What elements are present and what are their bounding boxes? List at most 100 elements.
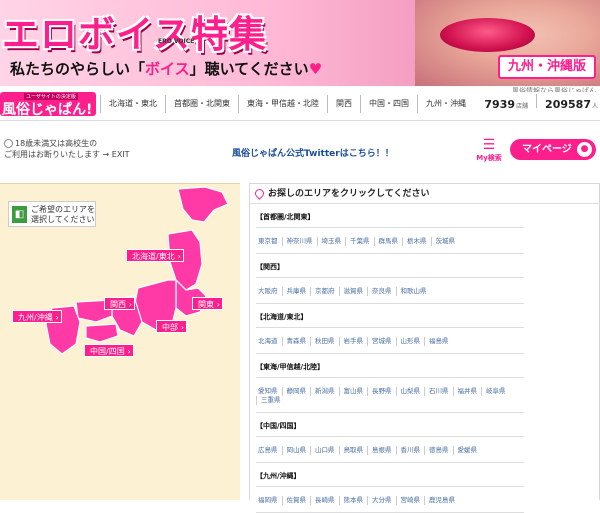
nav-link-tokai[interactable]: 東海・甲信越・北陸 xyxy=(238,95,327,113)
prefecture-link[interactable]: 佐賀県 xyxy=(281,496,311,505)
area-group-title: 【北海道/東北】 xyxy=(256,313,308,321)
area-group: 【九州/沖縄】 福岡県 佐賀県 長崎県 熊本県 大分県 宮崎県 鹿児島県 xyxy=(256,463,524,513)
search-list-icon: ☰ xyxy=(482,137,496,153)
prefecture-link[interactable]: 宮城県 xyxy=(367,337,396,346)
prefecture-list: 東京都 神奈川県 埼玉県 千葉県 群馬県 栃木県 茨城県 xyxy=(256,227,524,254)
banner-voice-mark: ERO VOICE xyxy=(158,38,195,45)
map-guide-icon: ◧ xyxy=(12,206,27,223)
my-search-button[interactable]: ☰ My検索 xyxy=(474,137,504,165)
prefecture-link[interactable]: 石川県 xyxy=(424,387,453,396)
prefecture-link[interactable]: 滋賀県 xyxy=(338,287,368,296)
area-group: 【中国/四国】 広島県 岡山県 山口県 鳥取県 島根県 香川県 徳島県 愛媛県 xyxy=(256,413,524,463)
prefecture-link[interactable]: 宮崎県 xyxy=(395,496,425,505)
age-notice-line1: 18歳未満又は高校生の xyxy=(15,139,98,148)
map-label-kanto[interactable]: 関東 xyxy=(192,297,223,311)
prefecture-link[interactable]: 東京都 xyxy=(256,237,282,246)
map-label-kansai[interactable]: 関西 xyxy=(104,297,135,311)
prefecture-link[interactable]: 兵庫県 xyxy=(281,287,311,296)
prefecture-link[interactable]: 岡山県 xyxy=(281,446,311,455)
prefecture-list: 大阪府 兵庫県 京都府 滋賀県 奈良県 和歌山県 xyxy=(256,277,524,304)
area-group-title: 【東海/甲信越/北陸】 xyxy=(256,363,325,371)
prefecture-link[interactable]: 山梨県 xyxy=(395,387,425,396)
prefecture-link[interactable]: 静岡県 xyxy=(281,387,311,396)
area-group-title: 【関西】 xyxy=(256,263,284,271)
prefecture-link[interactable]: 大分県 xyxy=(367,496,396,505)
user-icon: ● xyxy=(577,142,592,157)
prefecture-link[interactable]: 鹿児島県 xyxy=(424,496,459,505)
map-guide-line1: ご希望のエリアを xyxy=(31,205,95,214)
prefecture-link[interactable]: 愛知県 xyxy=(256,387,282,396)
prefecture-link[interactable]: 北海道 xyxy=(256,337,282,346)
prefecture-link[interactable]: 長崎県 xyxy=(310,496,339,505)
prefecture-link[interactable]: 福井県 xyxy=(452,387,482,396)
prefecture-link[interactable]: 福岡県 xyxy=(256,496,282,505)
prefecture-link[interactable]: 福島県 xyxy=(424,337,453,346)
area-panel-heading: お探しのエリアをクリックしてください xyxy=(268,189,430,199)
area-group-title: 【首都圏/北関東】 xyxy=(256,213,315,221)
prefecture-link[interactable]: 茨城県 xyxy=(430,237,460,246)
nav-link-hokkaido[interactable]: 北海道・東北 xyxy=(100,95,165,113)
map-region-hokkaido xyxy=(177,186,229,223)
prefecture-link[interactable]: 岩手県 xyxy=(338,337,368,346)
area-group: 【北海道/東北】 北海道 青森県 秋田県 岩手県 宮城県 山形県 福島県 xyxy=(256,304,524,354)
prefecture-link[interactable]: 香川県 xyxy=(395,446,425,455)
prefecture-link[interactable]: 大阪府 xyxy=(256,287,282,296)
prefecture-link[interactable]: 奈良県 xyxy=(367,287,396,296)
my-page-label: マイページ xyxy=(522,144,572,155)
logo-text: 風俗じゃぱん! xyxy=(2,102,93,116)
nav-link-kansai[interactable]: 関西 xyxy=(327,95,360,113)
prefecture-link[interactable]: 富山県 xyxy=(338,387,368,396)
region-badge: 九州・沖縄版 xyxy=(498,55,596,79)
prefecture-link[interactable]: 島根県 xyxy=(367,446,396,455)
prefecture-list: 広島県 岡山県 山口県 鳥取県 島根県 香川県 徳島県 愛媛県 xyxy=(256,436,524,463)
prefecture-link[interactable]: 山口県 xyxy=(310,446,339,455)
nav-link-kanto[interactable]: 首都圏・北関東 xyxy=(165,95,238,113)
prefecture-link[interactable]: 群馬県 xyxy=(373,237,403,246)
prefecture-list: 北海道 青森県 秋田県 岩手県 宮城県 山形県 福島県 xyxy=(256,327,524,354)
subtitle-post: 」聴いてください xyxy=(189,60,309,78)
prefecture-link[interactable]: 鳥取県 xyxy=(338,446,368,455)
nav-link-chugoku[interactable]: 中国・四国 xyxy=(360,95,417,113)
prefecture-link[interactable]: 秋田県 xyxy=(310,337,339,346)
shop-count-unit: 店舗 xyxy=(516,103,529,110)
map-label-chubu[interactable]: 中部 xyxy=(156,320,187,334)
area-group: 【東海/甲信越/北陸】 愛知県 静岡県 新潟県 富山県 長野県 山梨県 石川県 福井県 岐阜県三重… xyxy=(256,354,524,413)
map-label-hokkaido[interactable]: 北海道/東北 xyxy=(126,249,184,263)
prefecture-link[interactable]: 岐阜県 xyxy=(481,387,510,396)
site-logo[interactable]: ユーザサイトの決定版 風俗じゃぱん! xyxy=(0,92,96,116)
hero-banner[interactable]: エロボイス特集 ERO VOICE 私たちのやらしい「ボイス」聴いてください♥ … xyxy=(0,0,600,86)
clock-icon xyxy=(4,139,13,148)
prefecture-link[interactable]: 青森県 xyxy=(281,337,311,346)
area-panel-header: お探しのエリアをクリックしてください xyxy=(250,184,599,204)
subtitle-pre: 私たちのやらしい「 xyxy=(10,60,146,78)
prefecture-link[interactable]: 三重県 xyxy=(256,396,285,405)
area-group-title: 【中国/四国】 xyxy=(256,422,301,430)
area-group: 【関西】大阪府 兵庫県 京都府 滋賀県 奈良県 和歌山県 xyxy=(256,254,524,304)
prefecture-link[interactable]: 山形県 xyxy=(395,337,425,346)
prefecture-link[interactable]: 京都府 xyxy=(310,287,339,296)
prefecture-link[interactable]: 新潟県 xyxy=(310,387,339,396)
prefecture-link[interactable]: 和歌山県 xyxy=(395,287,431,296)
heart-icon: ♥ xyxy=(308,60,323,78)
prefecture-link[interactable]: 神奈川県 xyxy=(281,237,317,246)
prefecture-link[interactable]: 熊本県 xyxy=(338,496,368,505)
age-notice: 18歳未満又は高校生の ご利用はお断りいたします → EXIT xyxy=(4,138,130,160)
prefecture-link[interactable]: 長野県 xyxy=(367,387,396,396)
girl-count: 209587 xyxy=(545,98,591,111)
prefecture-link[interactable]: 愛媛県 xyxy=(452,446,482,455)
my-page-button[interactable]: マイページ ● xyxy=(510,139,596,160)
age-notice-line2[interactable]: ご利用はお断りいたします → EXIT xyxy=(4,149,130,160)
map-label-chugoku[interactable]: 中国/四国 xyxy=(84,344,134,358)
prefecture-link[interactable]: 千葉県 xyxy=(345,237,374,246)
banner-subtitle: 私たちのやらしい「ボイス」聴いてください♥ xyxy=(10,58,322,79)
site-counts: 7939 店舗 209587 人 xyxy=(484,94,598,111)
prefecture-link[interactable]: 埼玉県 xyxy=(316,237,346,246)
map-label-kyushu[interactable]: 九州/沖縄 xyxy=(12,310,62,324)
twitter-link[interactable]: 風俗じゃぱん公式Twitterはこちら！！ xyxy=(232,146,394,159)
mouth-shape xyxy=(440,18,535,52)
japan-map-panel: ◧ ご希望のエリアを 選択してください 北海道/東北 関東 関西 中部 九州/沖… xyxy=(0,183,240,500)
prefecture-link[interactable]: 徳島県 xyxy=(424,446,453,455)
prefecture-link[interactable]: 広島県 xyxy=(256,446,282,455)
nav-link-kyushu[interactable]: 九州・沖縄 xyxy=(417,95,474,113)
prefecture-link[interactable]: 栃木県 xyxy=(402,237,431,246)
